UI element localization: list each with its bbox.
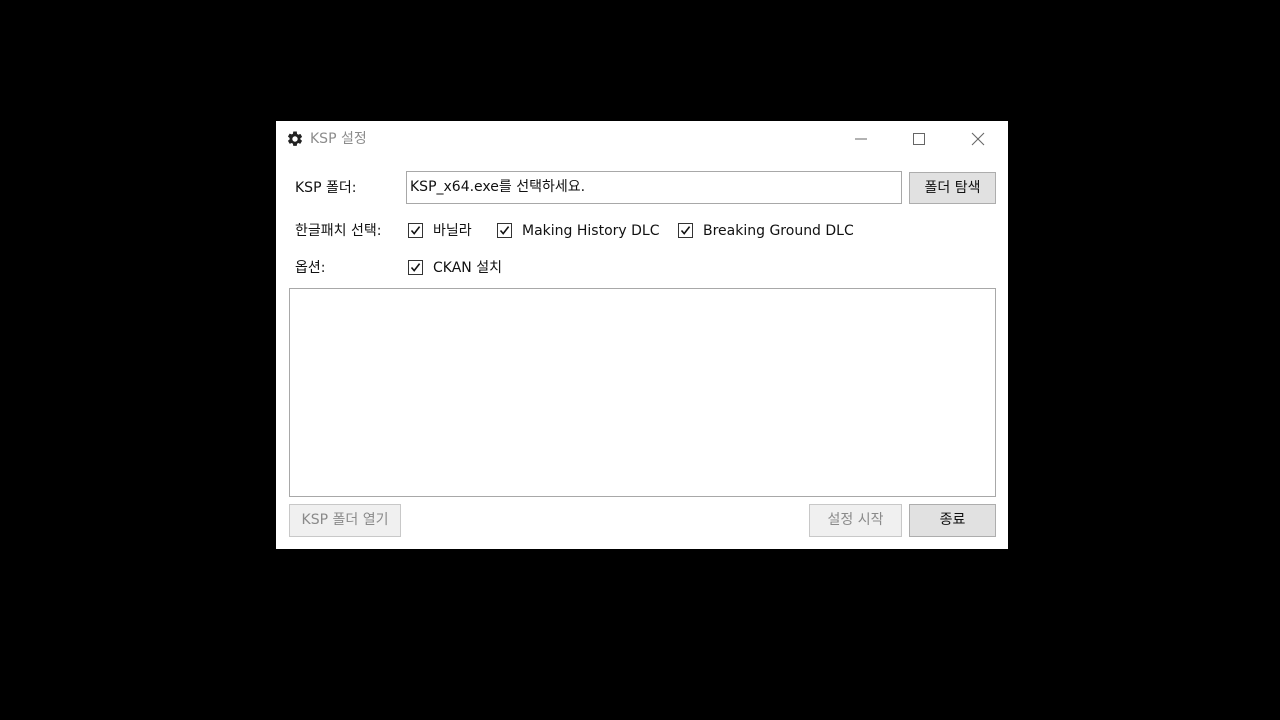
options-label: 옵션: <box>295 260 326 276</box>
checkbox-vanilla[interactable]: 바닐라 <box>408 223 488 241</box>
open-ksp-folder-button[interactable]: KSP 폴더 열기 <box>289 504 401 537</box>
minimize-icon <box>855 138 867 140</box>
checkbox-box[interactable] <box>497 223 512 238</box>
window-title: KSP 설정 <box>310 131 367 147</box>
close-icon <box>971 132 985 146</box>
checkmark-icon <box>499 226 510 235</box>
checkbox-ckan[interactable]: CKAN 설치 <box>408 260 518 278</box>
folder-path-input[interactable]: KSP_x64.exe를 선택하세요. <box>406 171 902 204</box>
minimize-button[interactable] <box>832 121 890 157</box>
checkmark-icon <box>410 263 421 272</box>
checkbox-label: Making History DLC <box>522 223 660 239</box>
checkbox-box[interactable] <box>408 223 423 238</box>
title-bar[interactable]: KSP 설정 <box>276 121 1008 157</box>
checkmark-icon <box>410 226 421 235</box>
maximize-button[interactable] <box>890 121 948 157</box>
checkbox-breaking-ground[interactable]: Breaking Ground DLC <box>678 223 858 241</box>
checkbox-box[interactable] <box>678 223 693 238</box>
maximize-icon <box>913 133 925 145</box>
settings-window: KSP 설정 KSP 폴더: KSP_x64.exe를 선택하세요. 폴더 탐색… <box>276 121 1008 549</box>
checkbox-label: 바닐라 <box>433 223 472 239</box>
exit-button[interactable]: 종료 <box>909 504 996 537</box>
checkbox-box[interactable] <box>408 260 423 275</box>
browse-folder-button[interactable]: 폴더 탐색 <box>909 172 996 204</box>
start-setup-button[interactable]: 설정 시작 <box>809 504 902 537</box>
close-button[interactable] <box>949 121 1007 157</box>
checkmark-icon <box>680 226 691 235</box>
gear-icon <box>286 130 304 148</box>
folder-label: KSP 폴더: <box>295 180 357 196</box>
checkbox-label: Breaking Ground DLC <box>703 223 854 239</box>
checkbox-label: CKAN 설치 <box>433 260 502 276</box>
log-textarea[interactable] <box>289 288 996 497</box>
patch-select-label: 한글패치 선택: <box>295 223 382 239</box>
checkbox-making-history[interactable]: Making History DLC <box>497 223 667 241</box>
